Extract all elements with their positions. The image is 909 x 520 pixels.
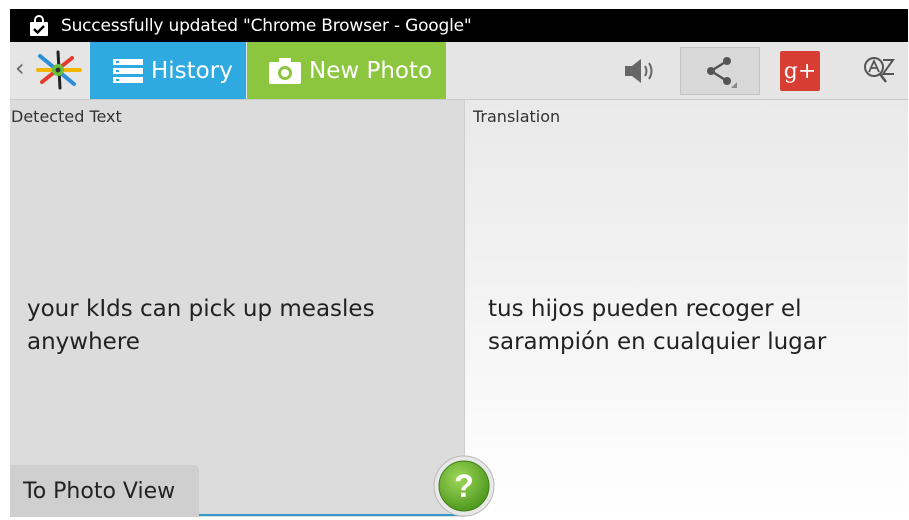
detected-text-panel: Detected Text your kIds can pick up meas… <box>10 100 465 517</box>
google-plus-button[interactable]: g+ <box>780 51 820 91</box>
share-button[interactable] <box>680 47 760 95</box>
app-logo-icon[interactable] <box>34 48 84 92</box>
translation-content[interactable]: tus hijos pueden recoger el sarampión en… <box>488 293 888 359</box>
shopping-bag-check-icon <box>28 14 50 37</box>
chevron-left-icon[interactable]: ‹ <box>15 56 25 80</box>
share-icon <box>703 54 737 88</box>
help-button[interactable]: ? <box>433 455 495 517</box>
help-icon: ? <box>433 455 495 517</box>
tab-new-photo-label: New Photo <box>309 57 433 84</box>
google-plus-icon: g+ <box>783 58 817 84</box>
action-bar: ‹ History New Photo g+ <box>10 42 908 100</box>
camera-icon <box>269 57 301 84</box>
az-search-icon <box>863 56 897 86</box>
tab-history-label: History <box>151 57 233 84</box>
translation-panel: Translation tus hijos pueden recoger el … <box>465 100 908 517</box>
translation-label: Translation <box>473 107 561 126</box>
to-photo-view-button[interactable]: To Photo View <box>10 465 199 517</box>
panel-divider-line <box>199 514 465 516</box>
speaker-icon <box>623 56 657 86</box>
speaker-button[interactable] <box>610 48 670 94</box>
tab-history[interactable]: History <box>90 42 246 99</box>
app-window: Successfully updated "Chrome Browser - G… <box>10 9 908 517</box>
status-message: Successfully updated "Chrome Browser - G… <box>61 15 472 36</box>
tab-new-photo[interactable]: New Photo <box>247 42 446 99</box>
detected-text-content[interactable]: your kIds can pick up measles anywhere <box>27 293 447 359</box>
svg-text:?: ? <box>454 468 474 504</box>
to-photo-view-label: To Photo View <box>23 478 176 504</box>
list-icon <box>113 58 143 84</box>
detected-text-label: Detected Text <box>11 107 122 126</box>
status-bar: Successfully updated "Chrome Browser - G… <box>10 9 908 42</box>
dictionary-button[interactable] <box>860 48 900 94</box>
